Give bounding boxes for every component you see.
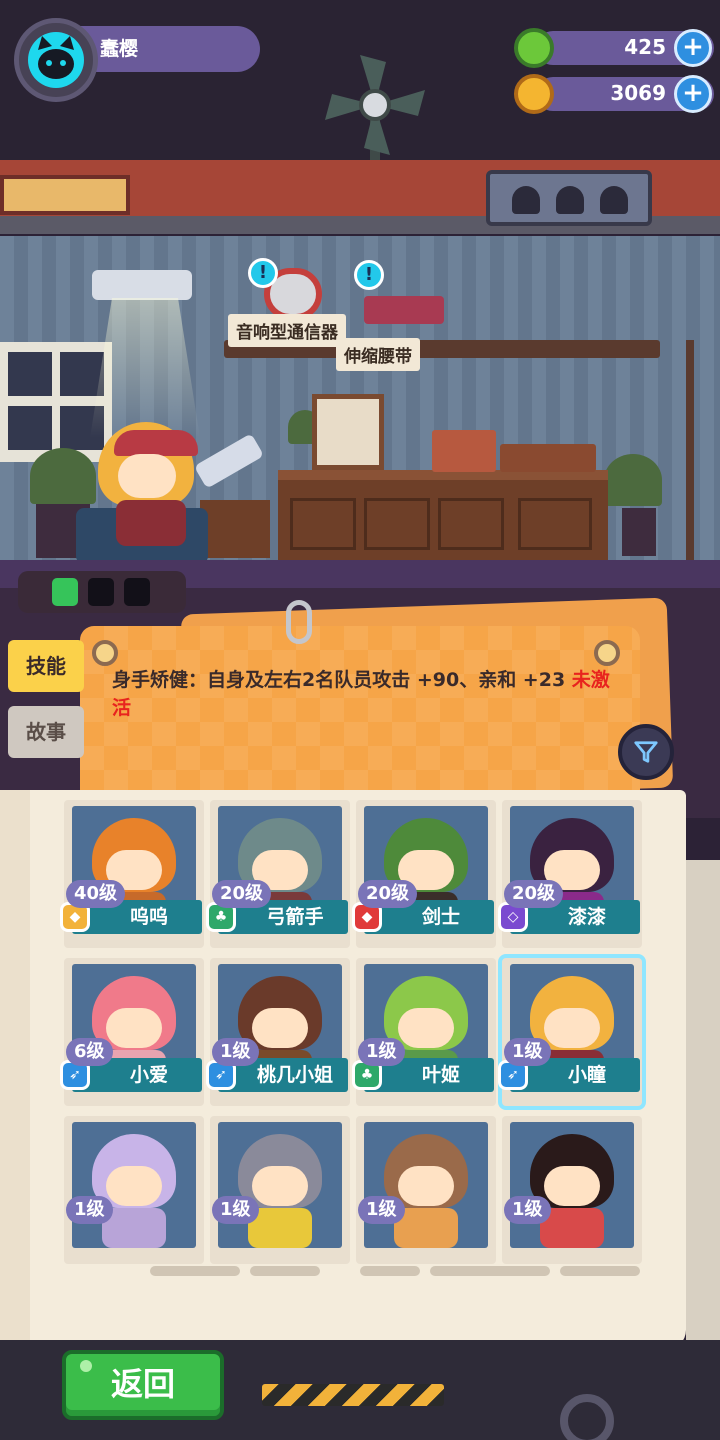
player-profile[interactable]: 蠢樱 [14, 18, 260, 102]
potted-plant [30, 448, 96, 504]
ghost-icon [556, 186, 584, 214]
character-portrait [510, 1122, 634, 1248]
character-level: 1级 [212, 1196, 259, 1224]
avatar[interactable] [14, 18, 98, 102]
character-card[interactable]: 剑士 ◆ 20级 [352, 800, 496, 948]
character-card[interactable]: 1级 [356, 1116, 496, 1264]
character-level: 1级 [358, 1038, 405, 1066]
skill-panel: 身手矫健：自身及左右2名队员攻击 +90、亲和 +23 未激活 [80, 626, 640, 806]
character-card[interactable]: 1级 [210, 1116, 350, 1264]
cat-avatar-icon [28, 32, 84, 88]
book-footer-text [150, 1262, 650, 1280]
pin-icon [594, 640, 620, 666]
desk [278, 470, 608, 560]
book-stack [432, 430, 496, 472]
add-coin-button[interactable]: + [674, 75, 712, 113]
character-level: 20级 [212, 880, 272, 908]
book-pages [686, 860, 720, 1340]
character-level: 1级 [66, 1196, 113, 1224]
gold-planet-icon [514, 74, 554, 114]
character-card[interactable]: 小瞳 ➶ 1级 [498, 958, 642, 1106]
character-card[interactable]: 1级 [64, 1116, 204, 1264]
character-level: 1级 [504, 1196, 551, 1224]
hazard-stripe [262, 1384, 444, 1406]
character-portrait [364, 1122, 488, 1248]
item-label-belt: 伸缩腰带 [336, 338, 420, 371]
pin-icon [92, 640, 118, 666]
back-button[interactable]: 返回 [62, 1350, 224, 1420]
character-card[interactable]: 1级 [502, 1116, 642, 1264]
photo-frame[interactable] [312, 394, 384, 470]
potted-plant [604, 454, 662, 506]
tab-skills[interactable]: 技能 [8, 640, 84, 692]
coat-rack [686, 340, 694, 560]
energy-battery [18, 571, 186, 613]
skill-description: 身手矫健：自身及左右2名队员攻击 +90、亲和 +23 未激活 [112, 666, 612, 722]
coin-counter: 3069 + [514, 72, 714, 116]
character-level: 1级 [358, 1196, 405, 1224]
storage-box [500, 444, 596, 472]
gem-value: 425 [624, 35, 666, 59]
skill-text: 身手矫健：自身及左右2名队员攻击 +90、亲和 +23 [112, 669, 566, 691]
ghost-display [486, 170, 652, 226]
add-gem-button[interactable]: + [674, 29, 712, 67]
character-card[interactable]: 漆漆 ◇ 20级 [498, 800, 642, 948]
ghost-icon [512, 186, 540, 214]
filter-button[interactable] [618, 724, 674, 780]
character-level: 1级 [212, 1038, 259, 1066]
green-gem-icon [514, 28, 554, 68]
tab-story[interactable]: 故事 [8, 706, 84, 758]
character-card[interactable]: 呜呜 ◆ 40级 [60, 800, 204, 948]
alert-icon[interactable]: ! [354, 260, 384, 290]
player-name: 蠢樱 [100, 38, 139, 60]
character-card[interactable]: 小爱 ➶ 6级 [60, 958, 204, 1106]
vent-panel [0, 175, 130, 215]
character-card[interactable]: 叶姬 ♣ 1级 [352, 958, 496, 1106]
extendable-belt-item[interactable] [364, 296, 444, 324]
character-portrait [218, 1122, 342, 1248]
coin-value: 3069 [610, 81, 666, 105]
battery-charged-icon [52, 578, 78, 606]
projector [92, 270, 192, 300]
gem-counter: 425 + [514, 26, 714, 70]
back-button-label: 返回 [110, 1365, 175, 1403]
paperclip-icon [286, 600, 312, 644]
gear-icon [560, 1394, 614, 1440]
character-card[interactable]: 弓箭手 ♣ 20级 [206, 800, 350, 948]
character-portrait [72, 1122, 196, 1248]
character-level: 40级 [66, 880, 126, 908]
character-card[interactable]: 桃几小姐 ➶ 1级 [206, 958, 350, 1106]
character-level: 6级 [66, 1038, 113, 1066]
selected-character-sprite[interactable] [92, 414, 216, 554]
battery-empty-icon [88, 578, 114, 606]
character-level: 1级 [504, 1038, 551, 1066]
character-level: 20级 [358, 880, 418, 908]
ghost-icon [600, 186, 628, 214]
alert-icon[interactable]: ! [248, 258, 278, 288]
character-level: 20级 [504, 880, 564, 908]
filter-icon [634, 741, 658, 763]
item-label-speaker: 音响型通信器 [228, 314, 346, 347]
ceiling-fan [320, 50, 430, 160]
battery-empty-icon [124, 578, 150, 606]
